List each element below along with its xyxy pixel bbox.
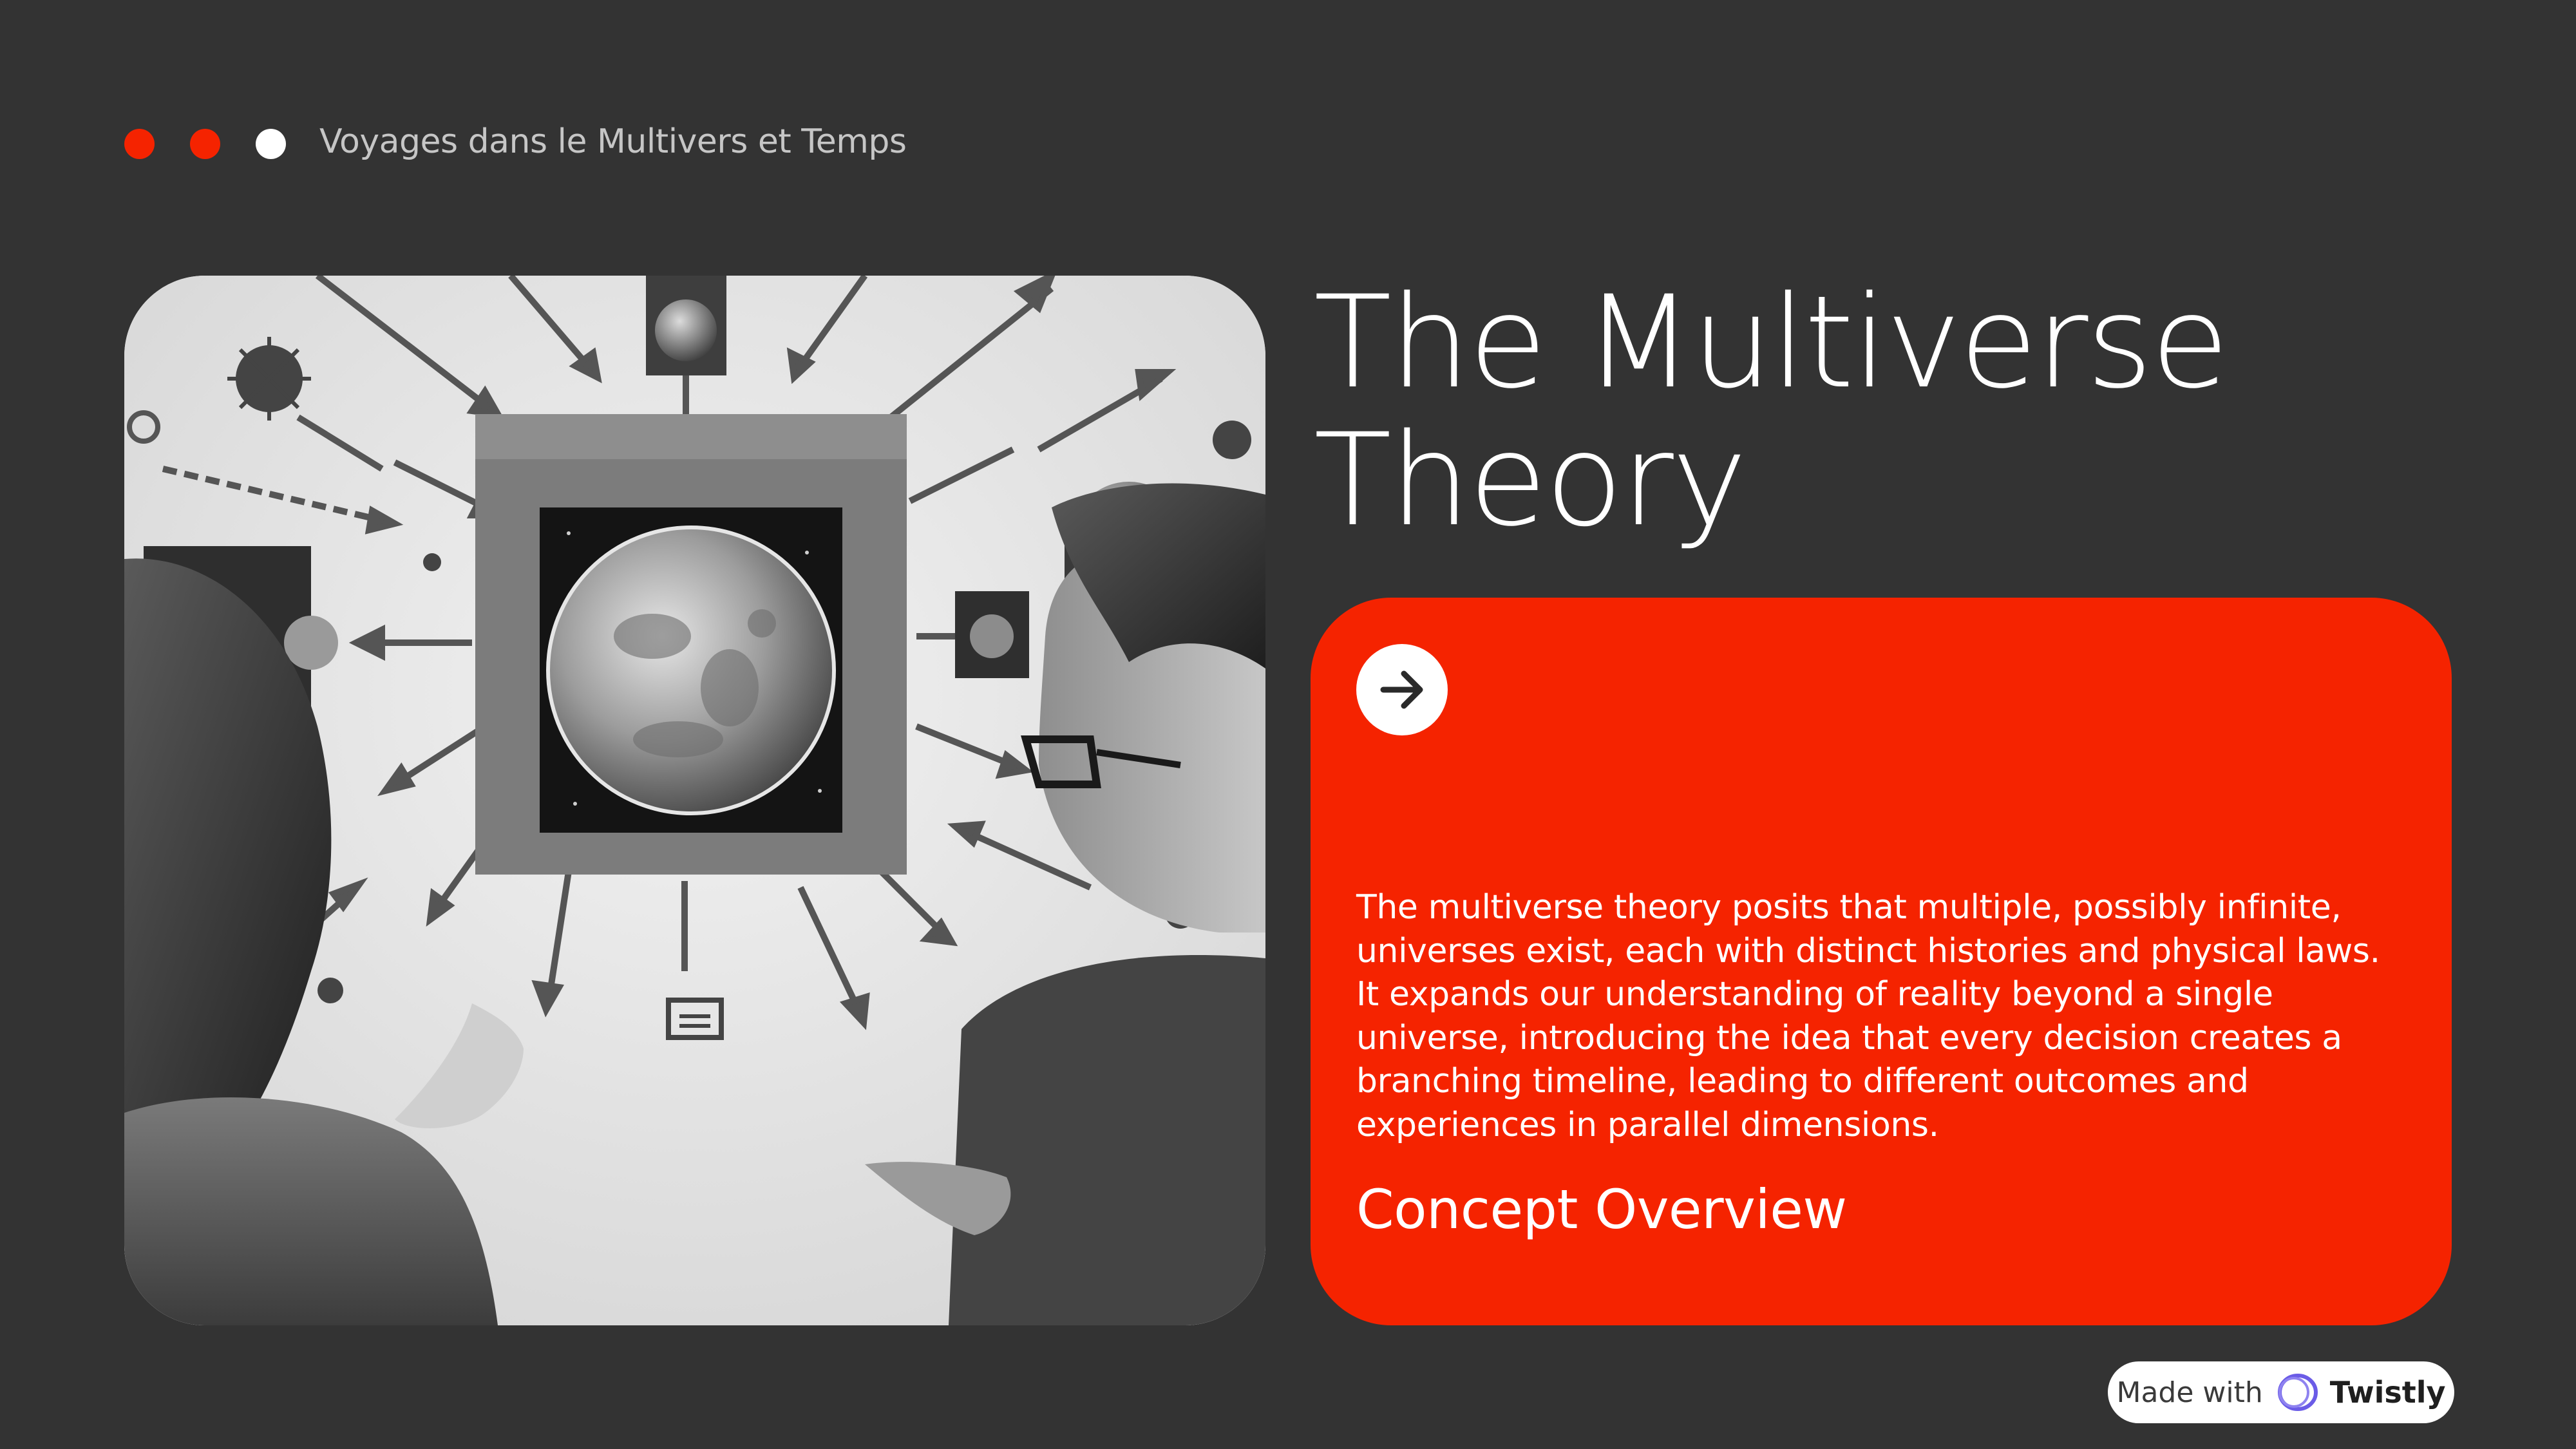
arrow-right-icon [1380, 670, 1423, 709]
twistly-logo-icon [2277, 1374, 2318, 1411]
title-line-2: Theory [1314, 406, 1747, 554]
made-with-twistly-badge[interactable]: Made with Twistly [2108, 1361, 2454, 1423]
dot-red-2 [190, 129, 220, 159]
card-subtitle: Concept Overview [1356, 1178, 1847, 1241]
slide-indicator-dots [124, 129, 286, 159]
slide-title: The Multiverse Theory [1314, 274, 2409, 549]
multiverse-illustration [124, 276, 1265, 1325]
dot-red-1 [124, 129, 155, 159]
breadcrumb: Voyages dans le Multivers et Temps [319, 122, 907, 161]
next-button[interactable] [1356, 644, 1448, 735]
dot-white [256, 129, 286, 159]
badge-made-with-label: Made with [2116, 1376, 2263, 1409]
card-body-text: The multiverse theory posits that multip… [1356, 888, 2380, 1144]
badge-brand-label: Twistly [2329, 1375, 2446, 1410]
title-line-1: The Multiverse [1314, 268, 2230, 417]
slide: Voyages dans le Multivers et Temps The M… [0, 0, 2576, 1449]
concept-card: The multiverse theory posits that multip… [1311, 598, 2452, 1325]
